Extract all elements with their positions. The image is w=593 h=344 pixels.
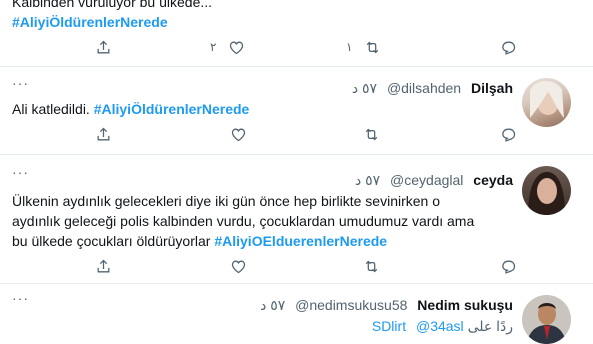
reply-button[interactable]: [500, 37, 517, 57]
tweet-header: ٥٧ د @ceydaglal ceyda: [355, 172, 513, 189]
retweet-button[interactable]: [363, 256, 380, 276]
retweet-button[interactable]: [363, 124, 380, 144]
reply-icon: [502, 41, 516, 55]
share-button[interactable]: [95, 124, 112, 144]
reply-button[interactable]: [500, 124, 517, 144]
reply-button[interactable]: [500, 256, 517, 276]
tweet-time[interactable]: ٥٧ د: [260, 297, 285, 313]
hashtag-link[interactable]: #AliyiÖldürenlerNerede: [12, 12, 212, 32]
retweet-count: ١: [346, 40, 353, 54]
tweet-time[interactable]: ٥٧ د: [355, 172, 380, 188]
like-button[interactable]: [230, 256, 247, 276]
avatar-image: [528, 172, 565, 215]
reply-icon: [502, 260, 516, 274]
heart-icon: [231, 128, 246, 141]
tweet-0[interactable]: Kalbinden vuruluyor bu ülkede... #AliyiÖ…: [0, 0, 593, 67]
reply-to-line: SDlirt @34asl ردًا على: [372, 318, 513, 335]
avatar-image: [530, 81, 564, 118]
more-options-icon[interactable]: ···: [12, 290, 29, 306]
user-name[interactable]: Nedim sukuşu: [417, 297, 513, 313]
mention-link[interactable]: SDlirt: [372, 318, 406, 334]
heart-icon: [231, 260, 246, 273]
avatar-image: [526, 303, 567, 344]
avatar[interactable]: [522, 166, 571, 215]
user-name[interactable]: ceyda: [473, 172, 513, 188]
retweet-icon: [365, 260, 378, 272]
tweet-actions: ١ ٢: [0, 37, 593, 57]
tweet-1[interactable]: ··· ٥٧ د @dilsahden Dilşah Ali katledild…: [0, 67, 593, 155]
user-handle[interactable]: @nedimsukusu58: [295, 297, 407, 313]
more-options-icon[interactable]: ···: [12, 164, 29, 180]
tweet-header: ٥٧ د @dilsahden Dilşah: [352, 80, 513, 97]
user-handle[interactable]: @dilsahden: [387, 80, 461, 96]
tweet-actions: [0, 124, 593, 144]
reply-icon: [502, 128, 516, 142]
retweet-icon: [365, 128, 378, 140]
user-name[interactable]: Dilşah: [471, 80, 513, 96]
tweet-text: Ali katledildi. #AliyiÖldürenlerNerede: [12, 101, 250, 117]
retweet-icon: [367, 41, 379, 53]
avatar[interactable]: [522, 295, 571, 344]
share-button[interactable]: [95, 37, 112, 57]
like-button[interactable]: ٢: [210, 37, 245, 57]
like-button[interactable]: [230, 124, 247, 144]
tweet-2[interactable]: ··· ٥٧ د @ceydaglal ceyda Ülkenin aydınl…: [0, 155, 593, 284]
tweet-3[interactable]: ··· ٥٧ د @nedimsukusu58 Nedim sukuşu SDl…: [0, 284, 593, 344]
share-icon: [97, 127, 110, 140]
tweet-text: Ülkenin aydınlık gelecekleri diye iki gü…: [12, 193, 475, 249]
like-count: ٢: [210, 40, 217, 54]
tweet-text: Kalbinden vuruluyor bu ülkede... #AliyiÖ…: [12, 0, 213, 32]
more-options-icon[interactable]: ···: [12, 75, 29, 91]
replying-to-label: ردًا على: [467, 318, 513, 334]
share-icon: [97, 259, 110, 272]
tweet-time[interactable]: ٥٧ د: [352, 80, 377, 96]
mention-link[interactable]: @34asl: [416, 318, 464, 334]
heart-icon: [230, 41, 244, 54]
retweet-button[interactable]: ١: [346, 37, 381, 57]
share-icon: [97, 40, 110, 53]
tweet-header: ٥٧ د @nedimsukusu58 Nedim sukuşu: [260, 297, 513, 314]
hashtag-link[interactable]: #AliyiÖldürenlerNerede: [94, 101, 250, 117]
tweet-actions: [0, 256, 593, 276]
avatar[interactable]: [522, 78, 571, 127]
user-handle[interactable]: @ceydaglal: [390, 172, 463, 188]
share-button[interactable]: [95, 256, 112, 276]
hashtag-link[interactable]: #AliyiOElduerenlerNerede: [214, 233, 387, 249]
